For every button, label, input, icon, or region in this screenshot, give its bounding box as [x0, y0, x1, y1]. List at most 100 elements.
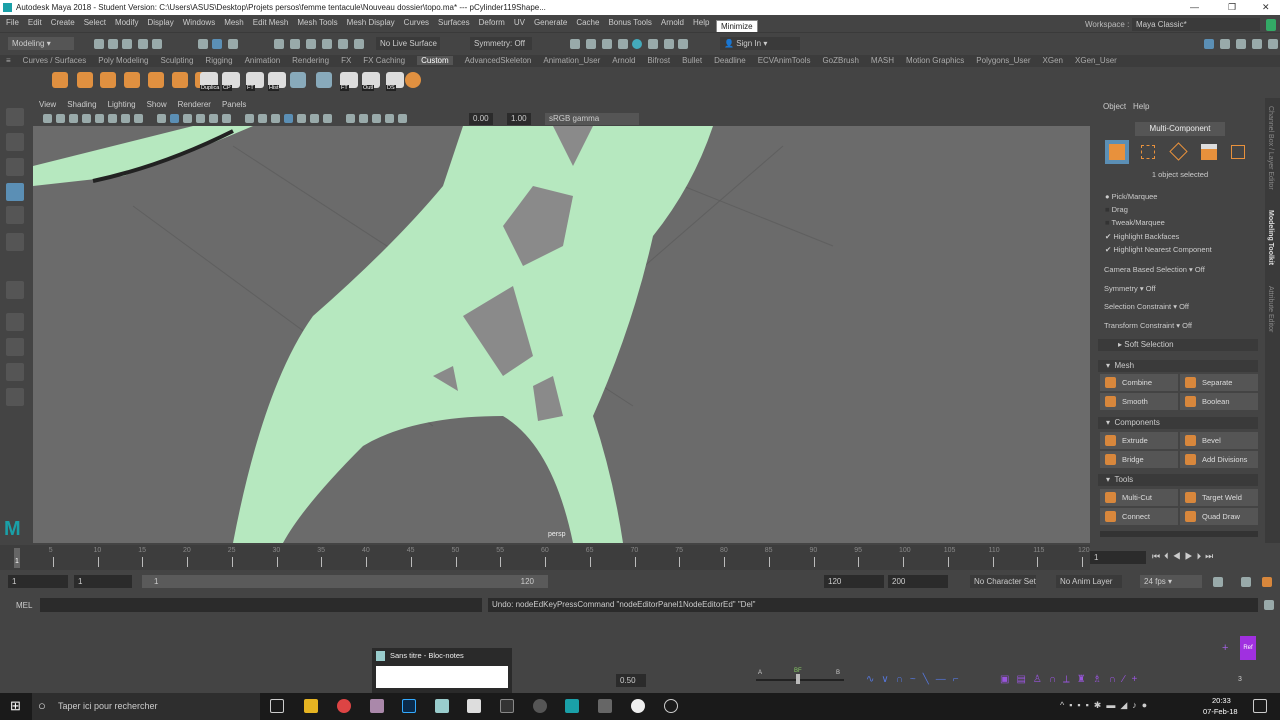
shelf-tab[interactable]: Sculpting	[161, 56, 194, 65]
panel-tool-icon[interactable]	[310, 114, 319, 123]
menu-arnold[interactable]: Arnold	[661, 18, 684, 27]
panel-tool-icon[interactable]	[56, 114, 65, 123]
quad-draw-button[interactable]: Quad Draw	[1180, 508, 1258, 525]
snap-live-icon[interactable]	[354, 39, 364, 49]
shelf-tool-icon[interactable]	[316, 72, 332, 88]
select-tool-icon[interactable]	[6, 108, 24, 126]
render-icon[interactable]	[570, 39, 580, 49]
shelf-poly-tool-icon[interactable]	[52, 72, 68, 88]
current-frame-field[interactable]: 1	[1090, 551, 1146, 564]
render-settings-icon[interactable]	[602, 39, 612, 49]
add-divisions-button[interactable]: Add Divisions	[1180, 451, 1258, 468]
hypershade-icon[interactable]	[618, 39, 628, 49]
windows-start-icon[interactable]: ⊞	[10, 698, 21, 714]
tab-channel-box[interactable]: Channel Box / Layer Editor	[1267, 106, 1274, 190]
menu-create[interactable]: Create	[51, 18, 75, 27]
shelf-poly-tool-icon[interactable]	[100, 72, 116, 88]
menu-help[interactable]: Help	[693, 18, 709, 27]
app2-icon[interactable]	[598, 699, 612, 713]
snap-view-icon[interactable]	[338, 39, 348, 49]
menu-mesh[interactable]: Mesh	[224, 18, 244, 27]
shelf-script-icon[interactable]: DS	[386, 72, 404, 91]
playback-controls[interactable]: ⏮⏴◀▶⏵⏭	[1152, 551, 1217, 562]
shelf-script-icon[interactable]: FT	[340, 72, 358, 91]
menu-mesh-tools[interactable]: Mesh Tools	[297, 18, 337, 27]
loop-icon[interactable]	[1213, 577, 1223, 587]
connect-button[interactable]: Connect	[1100, 508, 1178, 525]
shelf-tab[interactable]: FX	[341, 56, 351, 65]
shelf-poly-tool-icon[interactable]	[148, 72, 164, 88]
panel-menu-view[interactable]: View	[39, 100, 56, 109]
shelf-menu-icon[interactable]: ≡	[6, 56, 11, 65]
character-controls-icon[interactable]	[1220, 39, 1230, 49]
ref-button[interactable]: Ref	[1240, 636, 1256, 660]
panel-menu-show[interactable]: Show	[147, 100, 167, 109]
panel-tool-icon[interactable]	[43, 114, 52, 123]
maya-taskbar-icon[interactable]	[565, 699, 579, 713]
bevel-button[interactable]: Bevel	[1180, 432, 1258, 449]
maximize-button[interactable]: ❐	[1228, 0, 1236, 15]
panel-tool-icon[interactable]	[385, 114, 394, 123]
playback-start-field[interactable]: 1	[74, 575, 132, 588]
extrude-button[interactable]: Extrude	[1100, 432, 1178, 449]
workspace-dropdown[interactable]: Maya Classic*	[1132, 18, 1260, 31]
menu-mesh-display[interactable]: Mesh Display	[347, 18, 395, 27]
time-slider[interactable]: 1 5 10 15 20 25 30 35 40 45 50 55 60 65 70 75 80 85 90 95 1…	[0, 545, 1090, 570]
shelf-poly-tool-icon[interactable]	[172, 72, 188, 88]
blend-slider[interactable]	[756, 679, 844, 681]
radio-tweak-marquee[interactable]: ■ Tweak/Marquee	[1105, 218, 1165, 227]
photoshop-icon[interactable]	[402, 699, 416, 713]
radio-drag[interactable]: ■ Drag	[1105, 205, 1128, 214]
panel-tool-icon[interactable]	[323, 114, 332, 123]
camera-based-selection-option[interactable]: Camera Based Selection ▾ Off	[1104, 265, 1205, 274]
bridge-button[interactable]: Bridge	[1100, 451, 1178, 468]
script-editor-icon[interactable]	[1264, 600, 1274, 610]
redo-icon[interactable]	[152, 39, 162, 49]
panel-tool-icon[interactable]	[183, 114, 192, 123]
notepad-taskbar-icon[interactable]	[435, 699, 449, 713]
mode-dropdown[interactable]: Modeling ▾	[8, 37, 74, 50]
clock-date[interactable]: 07-Feb-18	[1203, 707, 1238, 716]
close-button[interactable]: ✕	[1262, 0, 1270, 15]
four-view-layout-icon[interactable]	[6, 338, 24, 356]
panel-tool-icon[interactable]	[69, 114, 78, 123]
notepad-preview-popup[interactable]: Sans titre - Bloc-notes	[372, 648, 512, 693]
playback-end-field[interactable]: 120	[824, 575, 884, 588]
viewport-persp[interactable]: persp	[33, 126, 1090, 543]
panel-tool-icon[interactable]	[359, 114, 368, 123]
snap-projected-icon[interactable]	[322, 39, 332, 49]
sign-in-button[interactable]: 👤 Sign In ▾	[720, 37, 800, 50]
combine-button[interactable]: Combine	[1100, 374, 1178, 391]
panel-tool-icon[interactable]	[297, 114, 306, 123]
tools-section[interactable]: ▾ Tools	[1098, 474, 1258, 486]
shelf-tab[interactable]: Bullet	[682, 56, 702, 65]
shelf-layers-icon[interactable]	[405, 72, 421, 88]
shelf-tab[interactable]: Deadline	[714, 56, 746, 65]
range-slider[interactable]: 1 120	[142, 575, 548, 588]
move-tool-icon[interactable]	[6, 183, 24, 201]
obs-icon[interactable]	[664, 699, 678, 713]
anim-start-field[interactable]: 1	[8, 575, 68, 588]
snap-curve-icon[interactable]	[290, 39, 300, 49]
panel-tool-icon[interactable]	[170, 114, 179, 123]
shelf-script-icon[interactable]: FT	[246, 72, 264, 91]
boolean-button[interactable]: Boolean	[1180, 393, 1258, 410]
mesh-section[interactable]: ▾ Mesh	[1098, 360, 1258, 372]
shelf-tab[interactable]: Custom	[417, 56, 453, 65]
menu-display[interactable]: Display	[148, 18, 174, 27]
color-space-dropdown[interactable]: sRGB gamma	[545, 113, 639, 125]
blend-slider-handle[interactable]	[796, 674, 800, 684]
shelf-tab[interactable]: Rigging	[205, 56, 232, 65]
lock-icon[interactable]	[1266, 19, 1276, 31]
menu-uv[interactable]: UV	[514, 18, 525, 27]
horizontal-scrollbar[interactable]	[1100, 531, 1258, 537]
ipr-render-icon[interactable]	[586, 39, 596, 49]
attribute-editor-toggle-icon[interactable]	[1236, 39, 1246, 49]
shelf-tab[interactable]: XGen	[1043, 56, 1063, 65]
exposure-field[interactable]: 0.00	[469, 113, 493, 125]
gamma-field[interactable]: 1.00	[507, 113, 531, 125]
shelf-tab[interactable]: XGen_User	[1075, 56, 1117, 65]
panel-menu-renderer[interactable]: Renderer	[178, 100, 211, 109]
settings-icon[interactable]	[1268, 39, 1278, 49]
target-weld-button[interactable]: Target Weld	[1180, 489, 1258, 506]
